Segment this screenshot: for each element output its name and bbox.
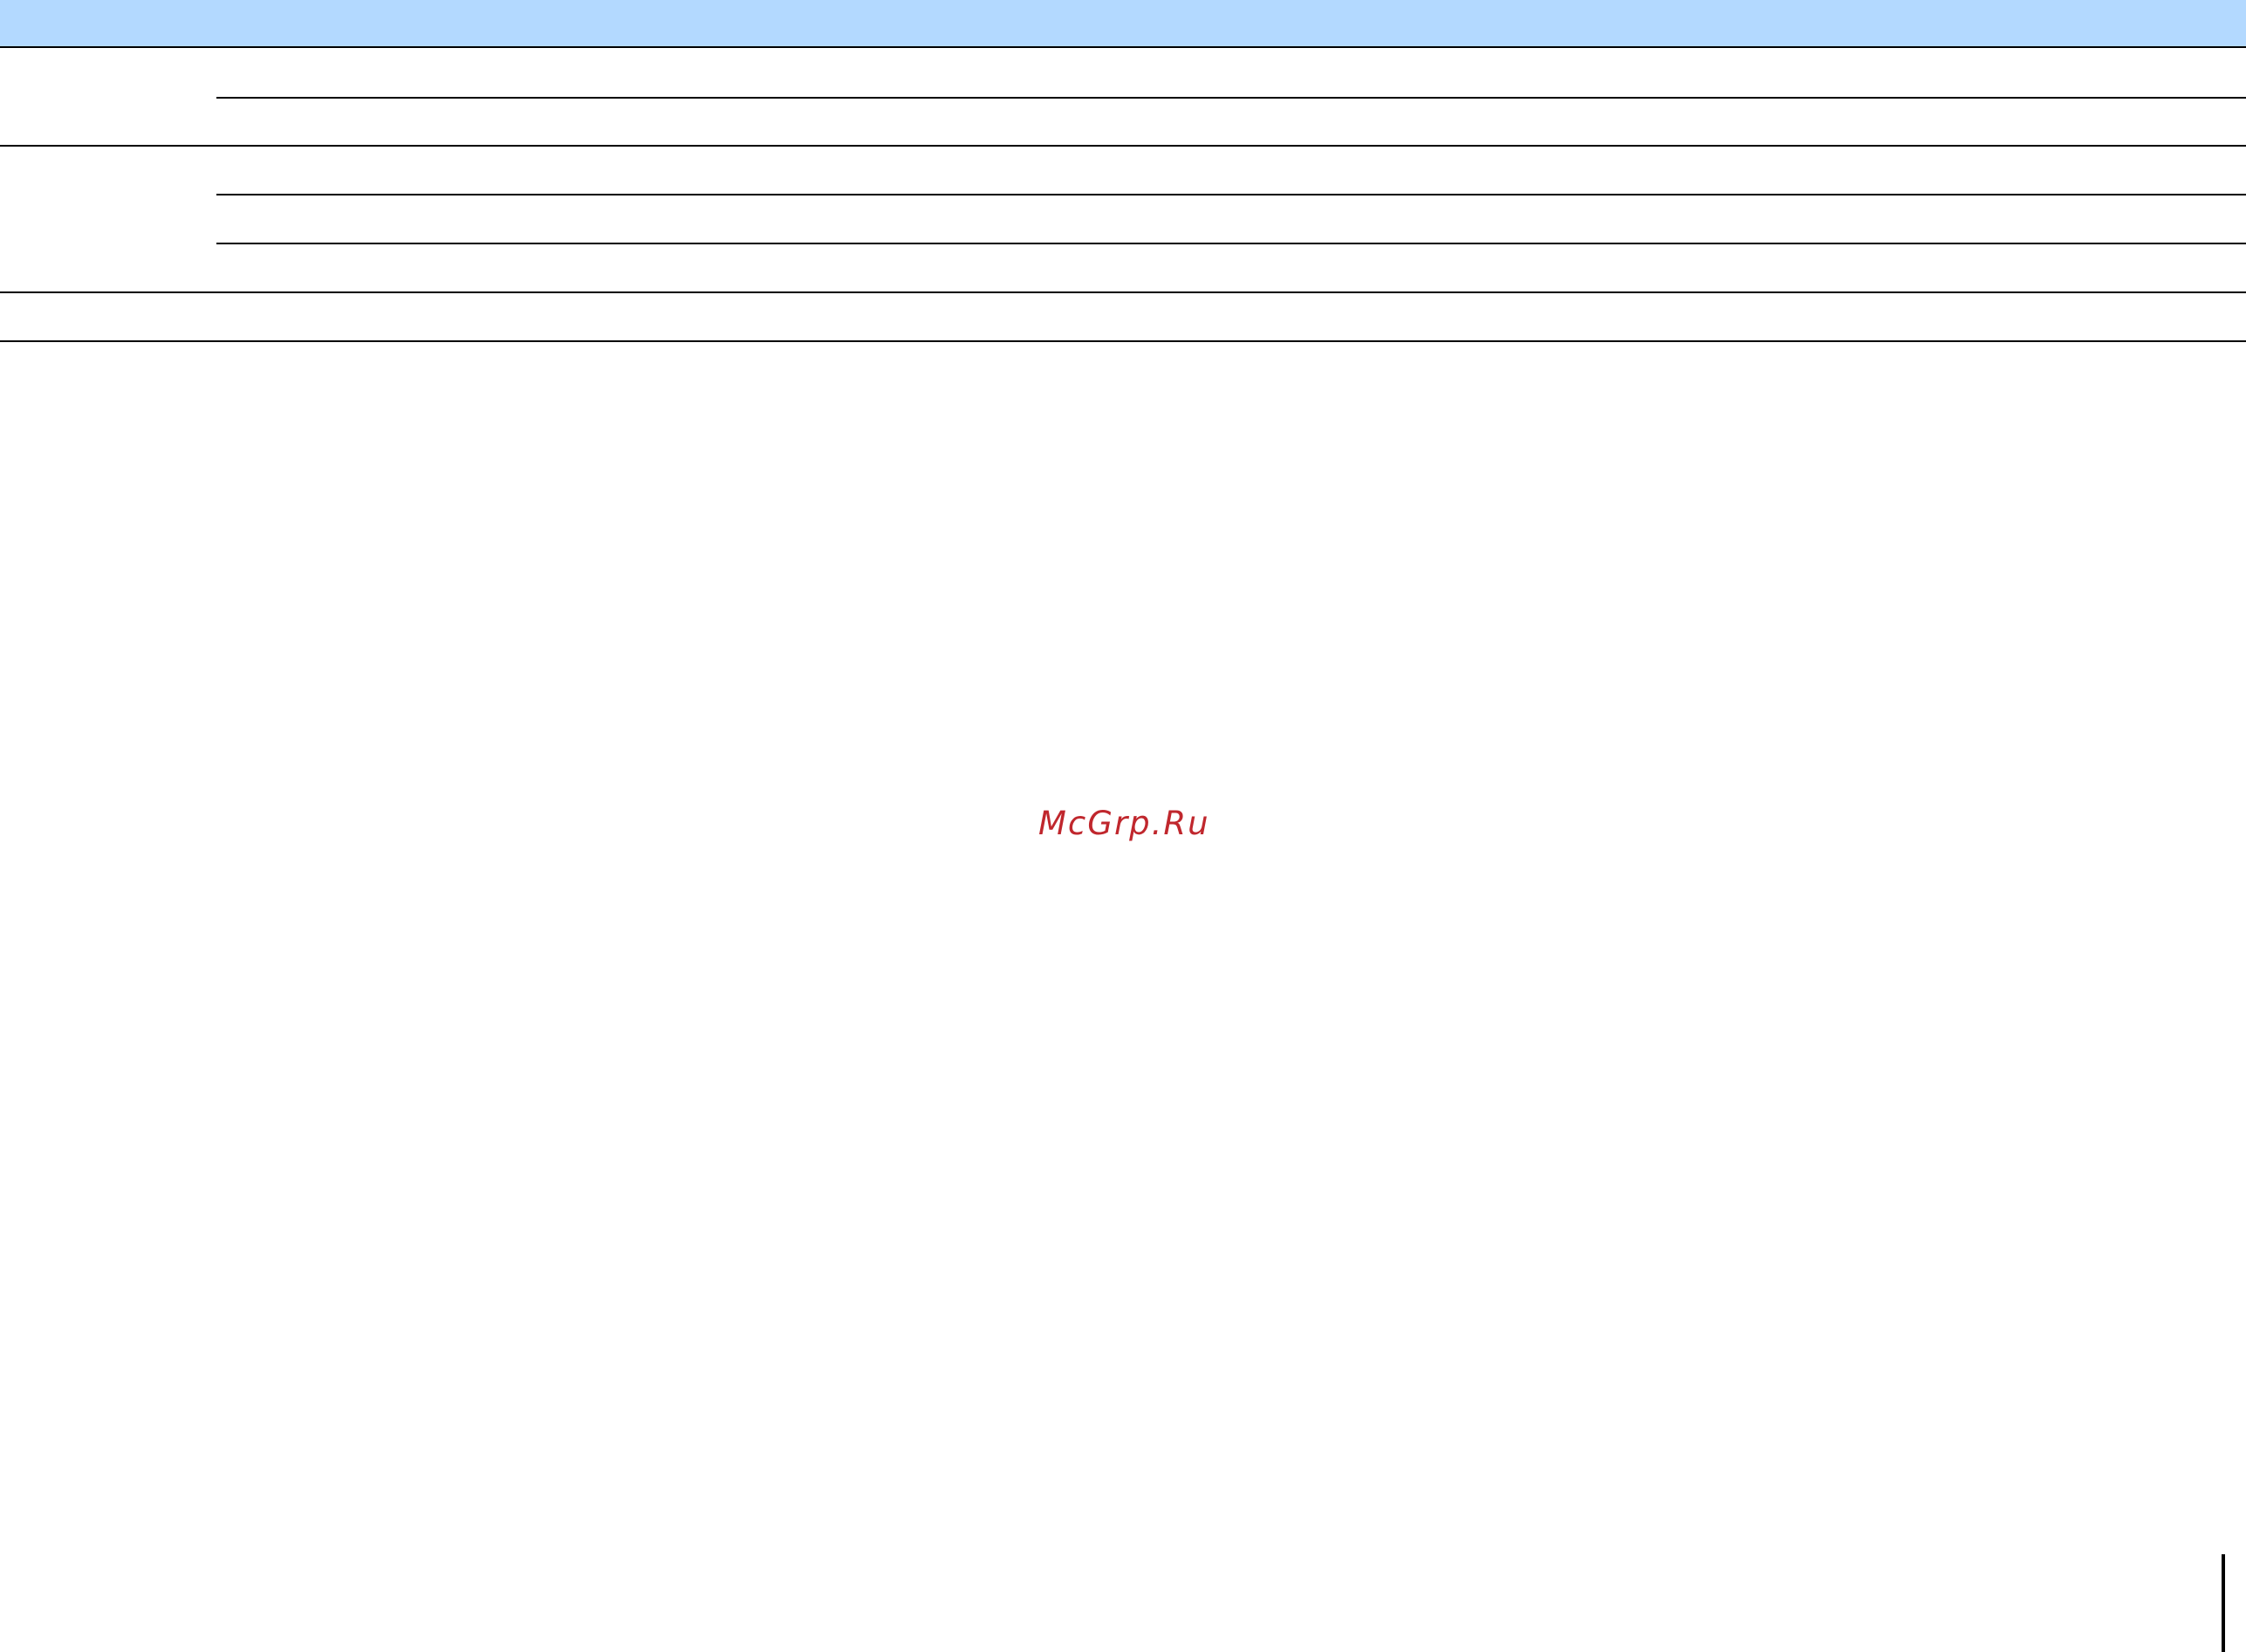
table-bottom-border	[0, 340, 2246, 342]
table-group-cell	[0, 293, 216, 340]
table-row-divider	[216, 97, 2246, 99]
page-edge-marker	[2222, 1554, 2225, 1652]
table-row-divider	[216, 194, 2246, 195]
table-group-cell	[0, 147, 216, 291]
watermark-text: McGrp.Ru	[1038, 805, 1210, 842]
table-row-divider	[216, 243, 2246, 244]
table-group-cell	[0, 50, 216, 146]
document-page: McGrp.Ru	[0, 0, 2246, 1652]
table-header-band	[0, 0, 2246, 48]
table-group-divider	[0, 145, 2246, 147]
table-group-divider	[0, 291, 2246, 293]
